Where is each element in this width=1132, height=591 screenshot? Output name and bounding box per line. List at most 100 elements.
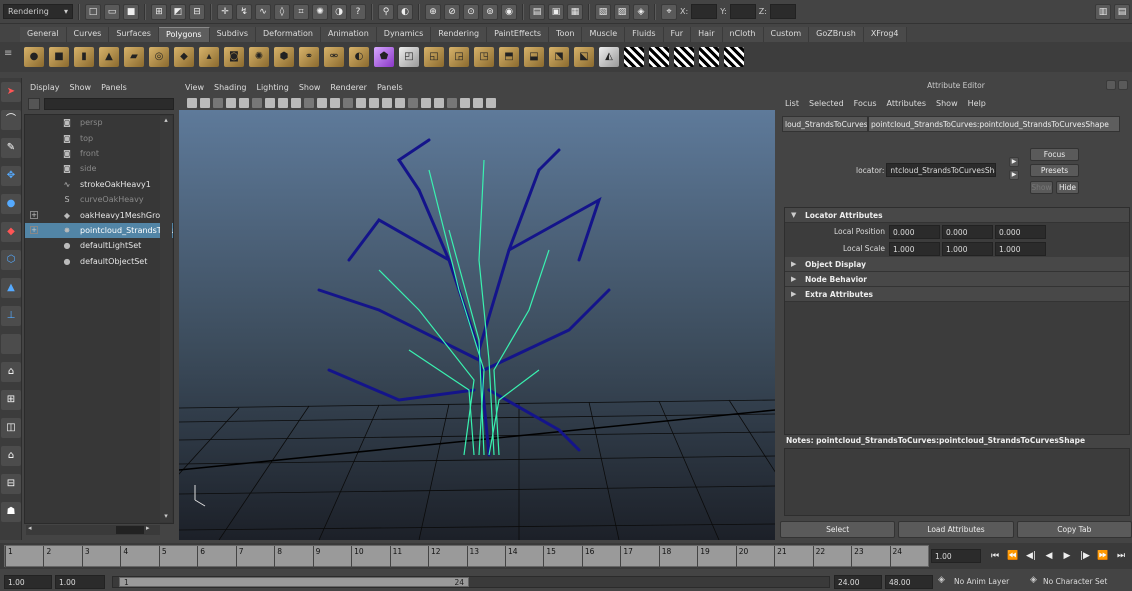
outliner-item[interactable]: ● defaultLightSet: [25, 238, 173, 253]
tab-transform[interactable]: loud_StrandsToCurves: [782, 116, 868, 132]
layout-single-icon[interactable]: ⌂: [1, 362, 21, 382]
outliner-item[interactable]: +✸pointcloud_StrandsToCurves: [25, 222, 173, 239]
float-panel-icon[interactable]: [1106, 80, 1116, 90]
select-joint-icon[interactable]: ↯: [236, 3, 252, 20]
select-button[interactable]: Select: [780, 521, 896, 538]
soft-mod-icon[interactable]: ▲: [1, 278, 21, 298]
planar-map-icon[interactable]: [649, 47, 669, 67]
outliner-menu-panels[interactable]: Panels: [101, 83, 127, 92]
smooth-shade-icon[interactable]: [369, 98, 379, 108]
xray-icon[interactable]: [395, 98, 405, 108]
spherical-map-icon[interactable]: [699, 47, 719, 67]
play-backwards-icon[interactable]: ◀: [1042, 549, 1056, 563]
outliner-item[interactable]: ◙ front: [25, 146, 173, 161]
go-to-output-icon[interactable]: ▶: [1009, 170, 1019, 180]
grease-pencil-icon[interactable]: [252, 98, 262, 108]
select-handle-icon[interactable]: ✛: [217, 3, 233, 20]
notes-field[interactable]: [784, 448, 1130, 516]
xray-active-icon[interactable]: [486, 98, 496, 108]
render-icon[interactable]: ▦: [567, 3, 583, 20]
lock-icon[interactable]: ⚲: [378, 3, 394, 20]
open-scene-icon[interactable]: ▭: [104, 3, 120, 20]
time-ruler[interactable]: 1 2 3 4 5 6 7 8 9 10 11 12 13 14 15 16 17 18 19 20 21 22 23 24: [4, 545, 929, 568]
outliner-item[interactable]: ◙ persp: [25, 115, 173, 130]
poly-pyramid-icon[interactable]: ▴: [199, 47, 219, 67]
shelf-tab-fur[interactable]: Fur: [663, 27, 692, 42]
ae-menu-focus[interactable]: Focus: [854, 99, 877, 108]
end-time-field[interactable]: 48.00: [885, 575, 933, 589]
focus-button[interactable]: Focus: [1030, 148, 1079, 161]
paint-select-icon[interactable]: ✎: [1, 138, 21, 158]
layout-outliner-icon[interactable]: ☗: [1, 502, 21, 522]
expand-icon[interactable]: +: [30, 226, 38, 235]
current-frame-field[interactable]: 1.00: [931, 549, 981, 563]
scroll-up-icon[interactable]: ▴: [161, 116, 171, 126]
shelf-tab-curves[interactable]: Curves: [66, 27, 110, 42]
viewport-scene[interactable]: [118, 110, 820, 541]
poly-prism-icon[interactable]: ◆: [174, 47, 194, 67]
tab-shape[interactable]: pointcloud_StrandsToCurves:pointcloud_St…: [868, 116, 1120, 132]
select-deform-icon[interactable]: ⌗: [293, 3, 309, 20]
two-d-pan-icon[interactable]: [239, 98, 249, 108]
close-icon[interactable]: [1118, 80, 1128, 90]
shelf-tab-painteffects[interactable]: PaintEffects: [487, 27, 550, 42]
step-forward-frame-icon[interactable]: |▶: [1078, 549, 1092, 563]
new-scene-icon[interactable]: □: [85, 3, 101, 20]
transform-mode-icon[interactable]: ⌖: [661, 3, 677, 20]
move-tool-icon[interactable]: ✥: [1, 166, 21, 186]
select-object-icon[interactable]: ◩: [170, 3, 186, 20]
object-display-section[interactable]: ▶ Object Display: [785, 257, 1129, 272]
outliner-item[interactable]: ◙ side: [25, 161, 173, 176]
shelf-tab-surfaces[interactable]: Surfaces: [109, 27, 159, 42]
x-field[interactable]: [691, 4, 718, 19]
viewport-menu-view[interactable]: View: [185, 83, 204, 92]
ae-menu-selected[interactable]: Selected: [809, 99, 844, 108]
bool-union-icon[interactable]: ◰: [399, 47, 419, 67]
toggle-attribute-editor-icon[interactable]: ▥: [1095, 3, 1111, 20]
select-dynamic-icon[interactable]: ✺: [312, 3, 328, 20]
load-attributes-button[interactable]: Load Attributes: [898, 521, 1014, 538]
high-quality-icon[interactable]: [447, 98, 457, 108]
select-misc-icon[interactable]: ?: [350, 3, 366, 20]
local-scale-y-field[interactable]: 1.000: [942, 241, 993, 256]
toggle-channel-box-icon[interactable]: ▤: [1114, 3, 1130, 20]
bridge-icon[interactable]: ⬓: [524, 47, 544, 67]
scroll-left-icon[interactable]: ◂: [28, 524, 32, 532]
filter-icon[interactable]: [28, 98, 40, 110]
textures-icon[interactable]: [408, 98, 418, 108]
universal-manip-icon[interactable]: ⬡: [1, 250, 21, 270]
isolate-select-icon[interactable]: [460, 98, 470, 108]
camera-attributes-icon[interactable]: [200, 98, 210, 108]
render-settings-icon[interactable]: ▨: [614, 3, 630, 20]
poly-helix-icon[interactable]: ✺: [249, 47, 269, 67]
scroll-down-icon[interactable]: ▾: [161, 512, 171, 522]
shelf-tab-ncloth[interactable]: nCloth: [722, 27, 764, 42]
shelf-tab-hair[interactable]: Hair: [691, 27, 723, 42]
outliner-hscrollbar[interactable]: ◂ ▸: [26, 524, 160, 535]
layout-graph-icon[interactable]: ⊟: [1, 474, 21, 494]
wireframe-icon[interactable]: [356, 98, 366, 108]
anim-layer-icon[interactable]: ◈: [938, 575, 945, 585]
lasso-tool-icon[interactable]: ⌒: [1, 110, 21, 130]
safe-title-icon[interactable]: [343, 98, 353, 108]
select-camera-icon[interactable]: [187, 98, 197, 108]
outliner-item[interactable]: ∿ strokeOakHeavy1: [25, 177, 173, 192]
wireframe-on-shaded-icon[interactable]: [382, 98, 392, 108]
outliner-menu-display[interactable]: Display: [30, 83, 60, 92]
char-set-label[interactable]: No Character Set: [1043, 577, 1107, 586]
show-manip-icon[interactable]: ⊥: [1, 306, 21, 326]
outliner-filter-field[interactable]: [44, 98, 174, 110]
start-time-field[interactable]: 1.00: [4, 575, 52, 589]
auto-map-icon[interactable]: [724, 47, 744, 67]
play-forwards-icon[interactable]: ▶: [1060, 549, 1074, 563]
cylindrical-map-icon[interactable]: [674, 47, 694, 67]
layout-four-icon[interactable]: ⊞: [1, 390, 21, 410]
shelf-tab-animation[interactable]: Animation: [320, 27, 377, 42]
scale-tool-icon[interactable]: ◆: [1, 222, 21, 242]
ae-menu-help[interactable]: Help: [968, 99, 986, 108]
last-tool-icon[interactable]: [1, 334, 21, 354]
shelf-tab-fluids[interactable]: Fluids: [625, 27, 664, 42]
go-to-start-icon[interactable]: ⏮: [988, 549, 1002, 563]
smooth-icon[interactable]: ⬟: [374, 47, 394, 67]
step-forward-key-icon[interactable]: ⏩: [1096, 549, 1110, 563]
